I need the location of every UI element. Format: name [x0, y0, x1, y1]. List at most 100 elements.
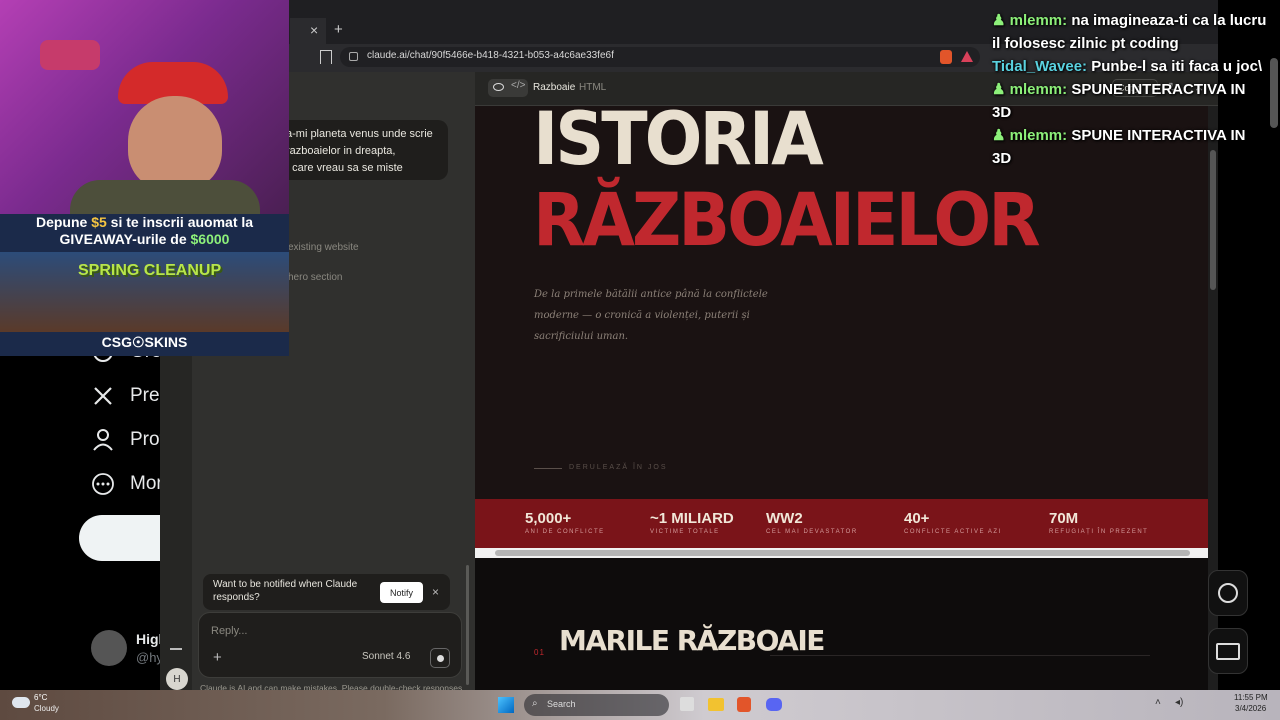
- weather-text[interactable]: Cloudy: [34, 704, 59, 713]
- faded-text: existing website: [288, 242, 359, 253]
- post-button[interactable]: [79, 515, 169, 561]
- stat-value: WW2: [766, 510, 803, 527]
- divider: [770, 655, 1150, 656]
- voice-mode-button[interactable]: [430, 648, 450, 668]
- windows-start-icon[interactable]: [498, 697, 514, 713]
- close-icon[interactable]: ×: [432, 585, 439, 599]
- chat-badge-icon: ♟: [992, 81, 1010, 98]
- voice-icon: [436, 654, 444, 662]
- site-info-icon[interactable]: [349, 52, 358, 61]
- promo-text: Depune: [35, 214, 92, 230]
- user-message: a-mi planeta venus unde scrie razboaielo…: [278, 120, 448, 180]
- stat-value: 5,000+: [525, 510, 572, 527]
- chat-message: ♟ mlemm: na imagineaza-ti ca la lucru il…: [992, 9, 1267, 55]
- streamer-face: [128, 96, 222, 191]
- user-avatar[interactable]: H: [166, 668, 188, 690]
- chat-username: ♟ mlemm:: [992, 81, 1072, 98]
- reply-input[interactable]: Reply...: [211, 625, 247, 637]
- stat-item: ~1 MILIARD VICTIME TOTALE: [650, 510, 734, 535]
- faded-text: hero section: [288, 272, 343, 283]
- add-attachment-icon[interactable]: +: [213, 649, 222, 666]
- promo-text: GIVEAWAY-urile de: [59, 231, 191, 247]
- chat-text: Punbe-l sa iti faca u joc\: [1091, 58, 1263, 75]
- scrollbar-thumb[interactable]: [1210, 150, 1216, 290]
- brave-shield-icon[interactable]: [940, 50, 952, 64]
- hero-subtitle: De la primele bătălii antice până la con…: [534, 289, 768, 342]
- grok-icon[interactable]: [1218, 583, 1238, 603]
- stat-label: REFUGIAȚI ÎN PREZENT: [1049, 529, 1149, 535]
- chat-username: mlemm: [1009, 12, 1063, 29]
- search-label: Search: [547, 699, 576, 709]
- profile-icon: [90, 427, 116, 453]
- stat-item: 5,000+ ANI DE CONFLICTE: [525, 510, 605, 535]
- promo-banner: SPRING CLEANUP: [78, 262, 222, 279]
- stat-item: WW2 CEL MAI DEVASTATOR: [766, 510, 858, 535]
- preview-eye-icon[interactable]: [493, 83, 504, 91]
- search-icon: ⌕: [532, 698, 538, 709]
- stat-value: 70M: [1049, 510, 1079, 527]
- reply-box: [198, 612, 462, 678]
- chat-username: Tidal_Wavee: [992, 58, 1083, 75]
- x-logo-icon: [90, 383, 116, 409]
- clock-time[interactable]: 11:55 PM: [1234, 693, 1268, 702]
- chat-username: ♟ mlemm:: [992, 127, 1072, 144]
- stat-label: CONFLICTE ACTIVE AZI: [904, 529, 1002, 535]
- chat-message: ♟ mlemm: SPUNE INTERACTIVA IN 3D: [992, 78, 1267, 124]
- stream-chat: ♟ mlemm: na imagineaza-ti ca la lucru il…: [992, 9, 1267, 170]
- bookmark-icon[interactable]: [320, 50, 332, 64]
- taskbar-search[interactable]: [524, 694, 669, 716]
- task-view-icon[interactable]: [680, 697, 694, 711]
- promo-amount: $5: [91, 214, 107, 230]
- chevron-up-icon[interactable]: ˄: [1155, 697, 1161, 708]
- avatar[interactable]: [91, 630, 127, 666]
- divider: [534, 468, 562, 469]
- chat-username: ♟ mlemm:: [992, 12, 1072, 29]
- sidebar-item-premium[interactable]: Prer: [90, 379, 170, 413]
- chat-message: ♟ mlemm: SPUNE INTERACTIVA IN 3D: [992, 124, 1267, 170]
- promo-text: si te inscrii auomat la: [106, 214, 254, 230]
- close-tab-icon[interactable]: ×: [310, 22, 318, 38]
- brave-rewards-icon[interactable]: [961, 51, 973, 62]
- messages-icon[interactable]: [1216, 643, 1240, 660]
- url-text: claude.ai/chat/90f5466e-b418-4321-b053-a…: [367, 50, 614, 61]
- sidebar-item-more[interactable]: Mor: [90, 467, 170, 501]
- artifact-title: Razboaie: [533, 82, 576, 93]
- file-explorer-icon[interactable]: [708, 698, 724, 711]
- neon-sign: [40, 40, 100, 70]
- account-handle: @hy: [136, 650, 163, 665]
- section-number: 01: [534, 648, 545, 657]
- download-icon[interactable]: [170, 638, 182, 650]
- stat-item: 40+ CONFLICTE ACTIVE AZI: [904, 510, 1002, 535]
- stat-label: CEL MAI DEVASTATOR: [766, 529, 858, 535]
- scroll-hint: DERULEAZĂ ÎN JOS: [569, 464, 668, 471]
- scrollbar-thumb[interactable]: [495, 550, 1190, 556]
- sidebar-item-label: Mor: [130, 473, 163, 494]
- chat-message: Tidal_Wavee: Punbe-l sa iti faca u joc\: [992, 58, 1263, 75]
- model-selector[interactable]: Sonnet 4.6: [362, 651, 410, 662]
- discord-icon[interactable]: [766, 698, 782, 711]
- stat-label: ANI DE CONFLICTE: [525, 529, 605, 535]
- stat-value: 40+: [904, 510, 930, 527]
- chat-scrollbar[interactable]: [466, 565, 469, 685]
- chat-username: mlemm: [1009, 81, 1063, 98]
- page-scrollbar[interactable]: [1270, 58, 1278, 128]
- notify-text: Want to be notified when Claude responds…: [213, 579, 358, 603]
- section-title: MARILE RĂZBOAIE: [559, 624, 825, 657]
- brave-icon[interactable]: [737, 697, 751, 712]
- stat-label: VICTIME TOTALE: [650, 529, 720, 535]
- clock-date[interactable]: 3/4/2026: [1235, 704, 1266, 713]
- new-tab-icon[interactable]: +: [334, 21, 343, 38]
- volume-icon[interactable]: ◂): [1175, 697, 1183, 708]
- weather-icon[interactable]: [12, 697, 30, 708]
- browser-tab[interactable]: [290, 18, 326, 44]
- stat-item: 70M REFUGIAȚI ÎN PREZENT: [1049, 510, 1148, 535]
- sidebar-item-profile[interactable]: Prof: [90, 423, 170, 457]
- chat-username: mlemm: [1009, 127, 1063, 144]
- notify-button[interactable]: Notify: [380, 582, 423, 603]
- code-icon[interactable]: </>: [511, 80, 525, 91]
- stat-value: ~1 MILIARD: [650, 510, 734, 527]
- weather-temp[interactable]: 6°C: [34, 693, 47, 702]
- hero-title-line2: RĂZBOAIELOR: [533, 177, 1041, 264]
- hero-title-line1: ISTORIA: [533, 96, 824, 183]
- promo-brand-logo: CSG☉SKINS: [101, 334, 188, 350]
